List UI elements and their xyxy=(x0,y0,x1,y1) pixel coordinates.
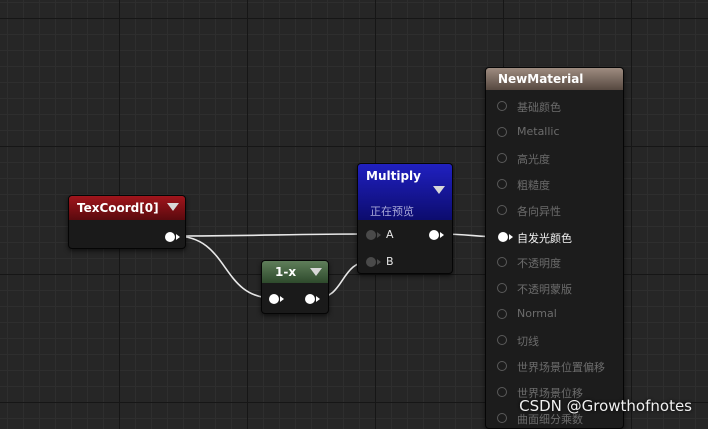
texcoord-node[interactable]: TexCoord[0] xyxy=(68,195,186,249)
multiply-input-a-label: A xyxy=(386,228,394,241)
multiply-input-b-label: B xyxy=(386,255,394,268)
watermark: CSDN @Growthofnotes xyxy=(519,397,692,415)
material-input-base-color[interactable]: 基础颜色 xyxy=(486,96,623,116)
one-minus-node[interactable]: 1-x xyxy=(261,260,329,314)
material-input-emissive-color[interactable]: 自发光颜色 xyxy=(486,227,623,247)
one-minus-collapse-arrow-icon[interactable] xyxy=(310,268,322,276)
one-minus-input-pin[interactable] xyxy=(269,293,285,305)
material-input-normal[interactable]: Normal xyxy=(486,304,623,324)
material-input-specular[interactable]: 高光度 xyxy=(486,148,623,168)
pin-arrow-icon xyxy=(377,259,381,265)
pin-arrow-icon xyxy=(509,234,513,240)
one-minus-title: 1-x xyxy=(275,265,297,279)
material-input-opacity-mask[interactable]: 不透明蒙版 xyxy=(486,278,623,298)
one-minus-output-pin[interactable] xyxy=(305,293,321,305)
pin-arrow-icon xyxy=(176,234,180,240)
multiply-preview-label: 正在预览 xyxy=(370,205,414,218)
texcoord-output-pin[interactable] xyxy=(165,231,181,243)
multiply-header[interactable]: Multiply 正在预览 xyxy=(358,164,452,220)
pin-arrow-icon xyxy=(440,232,444,238)
texcoord-header[interactable]: TexCoord[0] xyxy=(69,196,185,220)
material-input-opacity[interactable]: 不透明度 xyxy=(486,252,623,272)
pin-arrow-icon xyxy=(377,232,381,238)
wire-texcoord-to-one-minus xyxy=(174,235,274,299)
pin-arrow-icon xyxy=(316,296,320,302)
material-title: NewMaterial xyxy=(498,72,584,86)
multiply-output-pin[interactable] xyxy=(429,229,445,241)
pin-arrow-icon xyxy=(280,296,284,302)
texcoord-collapse-arrow-icon[interactable] xyxy=(167,203,179,211)
multiply-input-b-pin[interactable]: B xyxy=(366,255,406,270)
material-header[interactable]: NewMaterial xyxy=(486,68,623,90)
material-node[interactable]: NewMaterial 基础颜色 Metallic 高光度 粗糙度 各向异性 自… xyxy=(485,67,624,429)
multiply-title: Multiply xyxy=(366,169,421,183)
multiply-input-a-pin[interactable]: A xyxy=(366,228,406,243)
material-input-metallic[interactable]: Metallic xyxy=(486,122,623,142)
material-input-roughness[interactable]: 粗糙度 xyxy=(486,174,623,194)
one-minus-header[interactable]: 1-x xyxy=(262,261,328,283)
wire-texcoord-to-multiply-a xyxy=(174,233,372,237)
multiply-collapse-arrow-icon[interactable] xyxy=(433,186,445,194)
material-input-world-position-offset[interactable]: 世界场景位置偏移 xyxy=(486,356,623,376)
material-input-tangent[interactable]: 切线 xyxy=(486,330,623,350)
texcoord-title: TexCoord[0] xyxy=(77,201,159,215)
material-input-anisotropy[interactable]: 各向异性 xyxy=(486,200,623,220)
multiply-node[interactable]: Multiply 正在预览 A B xyxy=(357,163,453,274)
